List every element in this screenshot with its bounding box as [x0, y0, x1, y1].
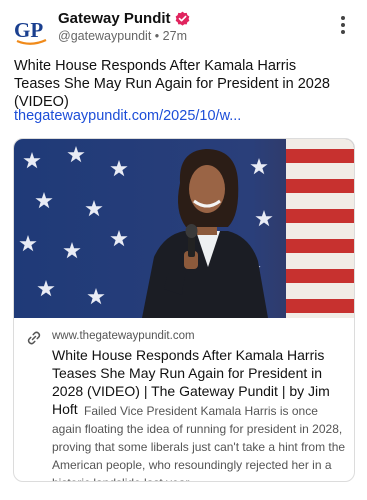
kebab-menu-icon[interactable] — [336, 14, 350, 36]
gateway-pundit-logo: GP — [14, 18, 47, 45]
chain-link-icon — [26, 330, 42, 346]
meta-separator: • — [154, 29, 160, 43]
post-text: White House Responds After Kamala Harris… — [14, 58, 330, 110]
link-domain: www.thegatewaypundit.com — [52, 330, 195, 342]
post-card: GP Gateway Pundit @gatewaypundit • 27m W… — [0, 0, 367, 500]
link-preview-image[interactable] — [14, 139, 354, 318]
post-meta: @gatewaypundit • 27m — [58, 29, 187, 43]
link-preview-card[interactable]: www.thegatewaypundit.com White House Res… — [13, 138, 355, 482]
link-description: Failed Vice President Kamala Harris is o… — [52, 404, 346, 481]
post-link[interactable]: thegatewaypundit.com/2025/10/w... — [14, 108, 241, 124]
verified-badge-icon — [175, 11, 190, 26]
avatar[interactable]: GP — [13, 12, 49, 48]
name-row: Gateway Pundit — [58, 10, 190, 27]
account-name[interactable]: Gateway Pundit — [58, 10, 171, 27]
timestamp[interactable]: 27m — [163, 29, 187, 43]
logo-text: GP — [14, 18, 43, 42]
handle[interactable]: @gatewaypundit — [58, 29, 151, 43]
